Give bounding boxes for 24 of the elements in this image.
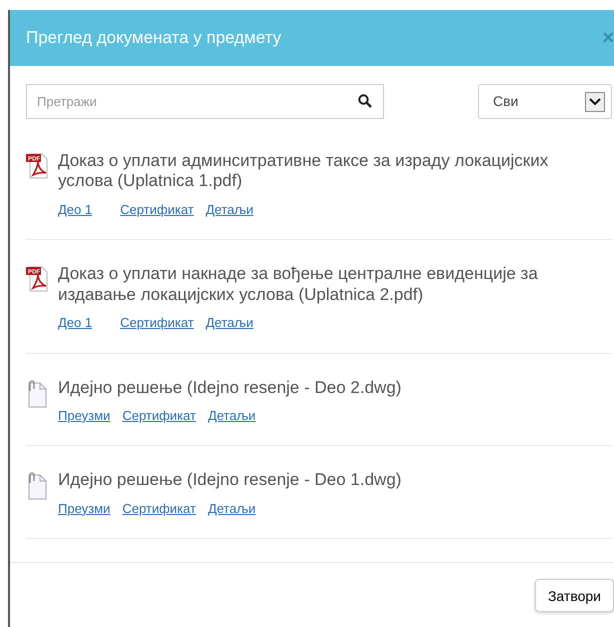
- document-title: Доказ о уплати админситративне таксе за израду локацијских услова (Uplatnica 1.pdf): [58, 151, 550, 192]
- search-field[interactable]: Претражи: [26, 84, 384, 119]
- document-link[interactable]: Детаљи: [206, 313, 254, 333]
- file-paperclip-icon: [26, 472, 48, 500]
- filter-dropdown[interactable]: Сви: [478, 84, 612, 119]
- dialog-title: Преглед докумената у предмету: [26, 27, 282, 50]
- document-link[interactable]: Део 1: [58, 200, 92, 220]
- document-link[interactable]: Део 1: [58, 313, 92, 333]
- document-title: Доказ о уплати накнаде за вођење централне евиденције за издавање локацијских услова (Uplatnica 2.pdf): [58, 264, 539, 306]
- close-button[interactable]: Затвори: [534, 579, 614, 612]
- document-title: Идејно решење (Idejno resenje - Deo 2.dwg): [58, 378, 402, 398]
- document-link[interactable]: Детаљи: [208, 406, 256, 426]
- document-link[interactable]: Детаљи: [208, 498, 256, 518]
- search-icon: [358, 94, 372, 108]
- chevron-down-icon: [589, 98, 601, 106]
- document-link[interactable]: Сертификат: [120, 200, 194, 220]
- document-link[interactable]: Преузми: [58, 498, 110, 518]
- file-paperclip-icon: [26, 380, 48, 408]
- document-link[interactable]: Детаљи: [206, 200, 254, 220]
- document-link[interactable]: Преузми: [58, 406, 110, 426]
- document-link[interactable]: Сертификат: [122, 498, 196, 518]
- document-link[interactable]: Сертификат: [120, 313, 194, 333]
- document-title: Идејно решење (Idejno resenje - Deo 1.dwg): [58, 470, 402, 491]
- document-link[interactable]: Сертификат: [122, 406, 196, 426]
